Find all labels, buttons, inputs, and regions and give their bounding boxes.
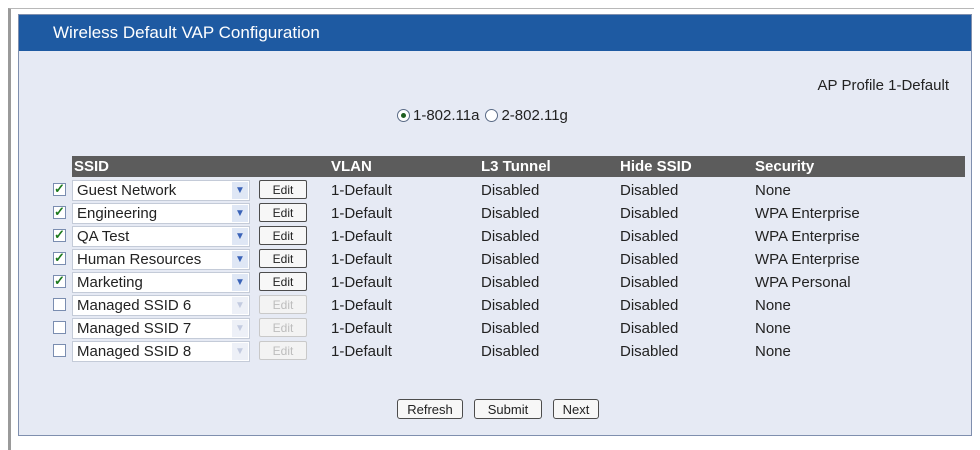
ssid-value: Guest Network	[77, 182, 177, 199]
vlan-cell: 1-Default	[331, 320, 392, 337]
vlan-cell: 1-Default	[331, 228, 392, 245]
edit-button[interactable]: Edit	[259, 295, 307, 314]
col-hide-ssid: Hide SSID	[620, 158, 692, 175]
col-security: Security	[755, 158, 815, 175]
vap-config-panel: Wireless Default VAP Configuration AP Pr…	[18, 14, 972, 436]
vlan-cell: 1-Default	[331, 274, 392, 291]
radio-80211g-label: 2-802.11g	[501, 107, 568, 124]
enable-checkbox[interactable]	[53, 227, 66, 243]
table-row: Managed SSID 8 ▼ Edit 1-Default Disabled…	[49, 340, 965, 363]
radio-80211a-label: 1-802.11a	[413, 107, 480, 124]
ssid-value: Managed SSID 7	[77, 320, 192, 337]
vlan-cell: 1-Default	[331, 182, 392, 199]
l3-tunnel-cell: Disabled	[481, 182, 540, 199]
l3-tunnel-cell: Disabled	[481, 297, 540, 314]
hide-ssid-cell: Disabled	[620, 343, 679, 360]
security-cell: WPA Personal	[755, 274, 851, 291]
hide-ssid-cell: Disabled	[620, 320, 679, 337]
edit-button[interactable]: Edit	[259, 226, 307, 245]
hide-ssid-cell: Disabled	[620, 274, 679, 291]
radio-80211a[interactable]	[397, 109, 410, 122]
chevron-down-icon[interactable]: ▼	[232, 182, 248, 199]
security-cell: None	[755, 297, 791, 314]
submit-button[interactable]: Submit	[474, 399, 542, 419]
vlan-cell: 1-Default	[331, 251, 392, 268]
table-row: QA Test ▼ Edit 1-Default Disabled Disabl…	[49, 225, 965, 248]
next-button[interactable]: Next	[553, 399, 599, 419]
security-cell: None	[755, 343, 791, 360]
ssid-select[interactable]: Human Resources ▼	[72, 249, 250, 270]
enable-checkbox[interactable]	[53, 321, 66, 334]
edit-button[interactable]: Edit	[259, 341, 307, 360]
ssid-select[interactable]: Guest Network ▼	[72, 180, 250, 201]
vlan-cell: 1-Default	[331, 205, 392, 222]
ssid-value: QA Test	[77, 228, 130, 245]
ssid-select[interactable]: Managed SSID 6 ▼	[72, 295, 250, 316]
chevron-down-icon[interactable]: ▼	[232, 205, 248, 222]
table-row: Human Resources ▼ Edit 1-Default Disable…	[49, 248, 965, 271]
l3-tunnel-cell: Disabled	[481, 251, 540, 268]
chevron-down-icon[interactable]: ▼	[232, 297, 248, 314]
hide-ssid-cell: Disabled	[620, 205, 679, 222]
edit-button[interactable]: Edit	[259, 318, 307, 337]
enable-checkbox[interactable]	[53, 273, 66, 289]
chevron-down-icon[interactable]: ▼	[232, 274, 248, 291]
ssid-select[interactable]: Engineering ▼	[72, 203, 250, 224]
table-row: Engineering ▼ Edit 1-Default Disabled Di…	[49, 202, 965, 225]
l3-tunnel-cell: Disabled	[481, 343, 540, 360]
table-row: Marketing ▼ Edit 1-Default Disabled Disa…	[49, 271, 965, 294]
hide-ssid-cell: Disabled	[620, 228, 679, 245]
vlan-cell: 1-Default	[331, 297, 392, 314]
col-vlan: VLAN	[331, 158, 372, 175]
security-cell: None	[755, 182, 791, 199]
table-header: SSID VLAN L3 Tunnel Hide SSID Security	[72, 156, 965, 177]
edit-button[interactable]: Edit	[259, 203, 307, 222]
l3-tunnel-cell: Disabled	[481, 228, 540, 245]
ssid-value: Managed SSID 8	[77, 343, 192, 360]
enable-checkbox[interactable]	[53, 204, 66, 220]
chevron-down-icon[interactable]: ▼	[232, 251, 248, 268]
ssid-value: Managed SSID 6	[77, 297, 192, 314]
ssid-value: Human Resources	[77, 251, 202, 268]
chevron-down-icon[interactable]: ▼	[232, 343, 248, 360]
enable-checkbox[interactable]	[53, 250, 66, 266]
panel-title: Wireless Default VAP Configuration	[19, 15, 971, 51]
ssid-select[interactable]: Managed SSID 8 ▼	[72, 341, 250, 362]
ssid-select[interactable]: Managed SSID 7 ▼	[72, 318, 250, 339]
radio-mode-group: 1-802.11a 2-802.11g	[397, 107, 574, 124]
refresh-button[interactable]: Refresh	[397, 399, 463, 419]
table-row: Guest Network ▼ Edit 1-Default Disabled …	[49, 179, 965, 202]
radio-80211g[interactable]	[485, 109, 499, 122]
enable-checkbox[interactable]	[53, 181, 66, 197]
hide-ssid-cell: Disabled	[620, 182, 679, 199]
edit-button[interactable]: Edit	[259, 180, 307, 199]
enable-checkbox[interactable]	[53, 298, 66, 311]
l3-tunnel-cell: Disabled	[481, 274, 540, 291]
ssid-value: Engineering	[77, 205, 158, 222]
chevron-down-icon[interactable]: ▼	[232, 228, 248, 245]
col-ssid: SSID	[74, 158, 110, 175]
chevron-down-icon[interactable]: ▼	[232, 320, 248, 337]
edit-button[interactable]: Edit	[259, 272, 307, 291]
table-row: Managed SSID 6 ▼ Edit 1-Default Disabled…	[49, 294, 965, 317]
security-cell: WPA Enterprise	[755, 205, 860, 222]
security-cell: WPA Enterprise	[755, 251, 860, 268]
edit-button[interactable]: Edit	[259, 249, 307, 268]
ssid-select[interactable]: Marketing ▼	[72, 272, 250, 293]
ap-profile-label: AP Profile 1-Default	[817, 77, 949, 94]
ssid-value: Marketing	[77, 274, 143, 291]
l3-tunnel-cell: Disabled	[481, 320, 540, 337]
ssid-select[interactable]: QA Test ▼	[72, 226, 250, 247]
enable-checkbox[interactable]	[53, 344, 66, 357]
col-l3-tunnel: L3 Tunnel	[481, 158, 551, 175]
hide-ssid-cell: Disabled	[620, 251, 679, 268]
security-cell: None	[755, 320, 791, 337]
hide-ssid-cell: Disabled	[620, 297, 679, 314]
l3-tunnel-cell: Disabled	[481, 205, 540, 222]
security-cell: WPA Enterprise	[755, 228, 860, 245]
vlan-cell: 1-Default	[331, 343, 392, 360]
table-row: Managed SSID 7 ▼ Edit 1-Default Disabled…	[49, 317, 965, 340]
